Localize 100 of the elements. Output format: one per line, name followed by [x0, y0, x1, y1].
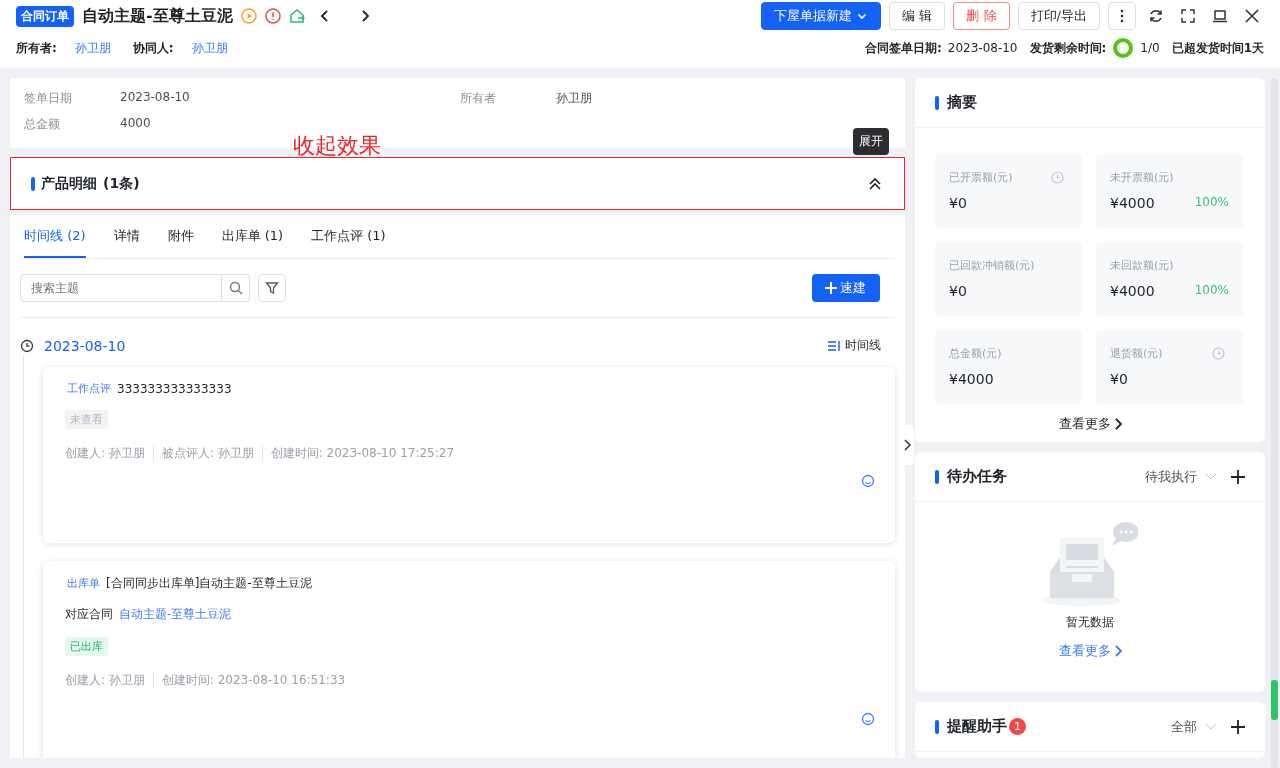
- clock-icon: [1051, 171, 1064, 184]
- owner-label: 所有者:: [16, 39, 57, 57]
- plus-icon: [824, 281, 838, 295]
- smiley-icon[interactable]: [861, 474, 875, 488]
- caret-icon: [1205, 722, 1217, 731]
- metric-value: ¥4000: [949, 371, 994, 387]
- metric-label: 总金额(元): [949, 346, 1002, 361]
- scrollbar[interactable]: [1271, 78, 1278, 768]
- card-title: 待办任务: [947, 467, 1007, 487]
- refresh-icon: [1148, 8, 1164, 24]
- fullscreen-icon: [1180, 8, 1196, 24]
- field-label: 总金额: [24, 116, 61, 133]
- tab[interactable]: 出库单 (1): [221, 215, 284, 258]
- sign-date-label: 合同签单日期:: [864, 39, 942, 57]
- close-icon: [1244, 8, 1260, 24]
- contract-link[interactable]: 自动主题-至尊土豆泥: [119, 606, 232, 623]
- field-label: 签单日期: [24, 90, 73, 107]
- metric-value: ¥0: [1110, 371, 1128, 387]
- entry-meta: 创建时间: 2023-08-10 16:51:33: [152, 672, 346, 689]
- field-label: 所有者: [460, 90, 497, 107]
- sign-date-value: 2023-08-10: [947, 41, 1018, 55]
- contract-line: 对应合同 自动主题-至尊土豆泥: [65, 606, 233, 623]
- plus-icon[interactable]: [1231, 469, 1245, 484]
- task-filter-dropdown[interactable]: 待我执行: [1139, 466, 1223, 487]
- search-icon: [228, 281, 243, 295]
- chevron-right-icon: [903, 439, 911, 451]
- double-chevron-up-icon[interactable]: [868, 176, 882, 191]
- status-tag: 已出库: [65, 637, 108, 656]
- field-value: 4000: [120, 116, 152, 132]
- metric-label: 已开票额(元): [949, 170, 1013, 185]
- entry-type-tag: 工作点评: [65, 381, 111, 396]
- ring-icon: [1112, 37, 1135, 59]
- metric-label: 未开票额(元): [1110, 170, 1174, 185]
- filter-icon: [265, 281, 279, 295]
- alert-icon: [264, 8, 281, 24]
- tab[interactable]: 详情: [113, 215, 140, 258]
- quick-create-button[interactable]: 速建: [812, 274, 880, 302]
- action-button[interactable]: 下屋单据新建: [761, 2, 882, 30]
- action-button[interactable]: 删 除: [953, 2, 1010, 30]
- overdue-note: 已超发货时间1天: [1171, 39, 1264, 57]
- section-marker: [935, 719, 939, 734]
- empty-message: 暂无数据: [1066, 614, 1114, 632]
- field-value: 2023-08-10: [120, 90, 191, 106]
- tab[interactable]: 工作点评 (1): [311, 215, 386, 258]
- metric-value: ¥4000: [1110, 195, 1155, 211]
- tooltip: 展开: [853, 128, 889, 155]
- more-icon: [1120, 9, 1124, 23]
- play-icon: [240, 8, 257, 24]
- view-more-link[interactable]: 查看更多: [1052, 641, 1128, 662]
- entry-meta: 创建时间: 2023-08-10 17:25:27: [261, 445, 455, 462]
- chevron-right-icon: [1113, 645, 1122, 658]
- entry-title: 333333333333333: [117, 381, 232, 396]
- section-header[interactable]: 产品明细 (1条): [10, 157, 905, 210]
- plus-icon[interactable]: [1231, 719, 1245, 734]
- chevron-right-icon: [1113, 418, 1122, 430]
- list-icon: [827, 339, 841, 352]
- reminder-filter-dropdown[interactable]: 全部: [1165, 716, 1223, 737]
- section-marker: [31, 176, 35, 191]
- entry-title: [合同同步出库单]自动主题-至尊土豆泥: [106, 575, 312, 592]
- card-title: 摘要: [947, 93, 977, 112]
- view-more-link[interactable]: 查看更多: [1052, 414, 1128, 434]
- timeline-date: 2023-08-10: [44, 337, 126, 354]
- entry-type-tag: 出库单: [65, 576, 100, 591]
- metric-percent: 100%: [1194, 195, 1229, 211]
- status-tag: 未查看: [65, 410, 108, 429]
- owner-link[interactable]: 孙卫朋: [74, 39, 111, 57]
- metric-percent: 100%: [1194, 283, 1229, 299]
- section-count: (1条): [103, 174, 140, 193]
- entry-meta: 创建人: 孙卫朋: [65, 445, 145, 462]
- house-arrow-icon: [288, 8, 305, 24]
- field-value: 孙卫朋: [556, 90, 593, 107]
- laptop-icon: [1212, 8, 1228, 24]
- count-badge: 1: [1009, 718, 1026, 736]
- action-button[interactable]: 编 辑: [889, 2, 946, 30]
- smiley-icon[interactable]: [861, 712, 875, 726]
- caret-icon: [1205, 472, 1217, 481]
- metric-label: 已回款冲销额(元): [949, 258, 1035, 273]
- clock-icon: [1212, 347, 1225, 360]
- section-marker: [935, 95, 939, 110]
- timeline-view-button[interactable]: 时间线: [821, 336, 887, 355]
- search-field[interactable]: 搜索主题: [20, 274, 222, 302]
- metric-value: ¥0: [949, 195, 967, 211]
- card-title: 提醒助手: [947, 717, 1007, 737]
- entry-meta: 创建人: 孙卫朋: [65, 672, 145, 689]
- metric-value: ¥0: [949, 283, 967, 299]
- record-type-badge: 合同订单: [16, 5, 74, 27]
- tab[interactable]: 时间线 (2): [24, 215, 86, 258]
- shipping-ratio: 1/0: [1140, 41, 1160, 55]
- record-title: 自动主题-至尊土豆泥: [82, 5, 233, 27]
- shipping-time-label: 发货剩余时间:: [1029, 39, 1107, 57]
- search-button[interactable]: [222, 274, 250, 302]
- entry-meta: 被点评人: 孙卫朋: [152, 445, 254, 462]
- action-button[interactable]: 打印/导出: [1017, 2, 1100, 30]
- metric-value: ¥4000: [1110, 283, 1155, 299]
- collaborator-link[interactable]: 孙卫朋: [191, 39, 228, 57]
- filter-button[interactable]: [258, 274, 286, 302]
- clock-icon: [20, 338, 34, 353]
- metric-label: 未回款额(元): [1110, 258, 1174, 273]
- tab[interactable]: 附件: [167, 215, 194, 258]
- collaborator-label: 协同人:: [132, 39, 174, 57]
